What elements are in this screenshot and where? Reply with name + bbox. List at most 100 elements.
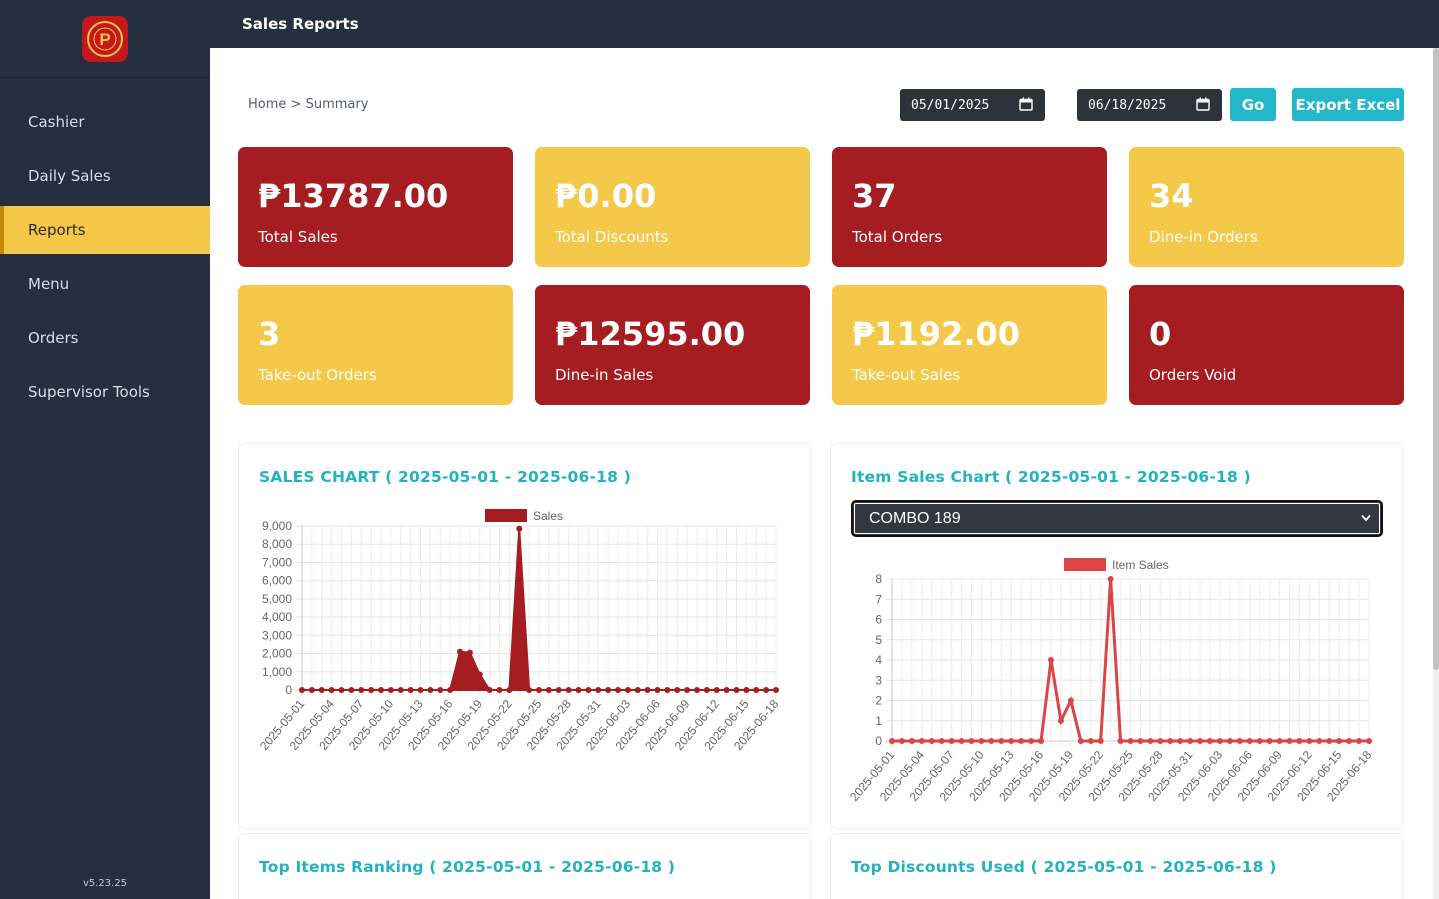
legend-swatch <box>485 509 527 522</box>
data-point <box>723 687 730 693</box>
sidebar-item-cashier[interactable]: Cashier <box>0 98 210 146</box>
stat-value: 3 <box>258 315 281 353</box>
y-tick-label: 3 <box>875 673 882 687</box>
stat-card-orders-void: 0 Orders Void <box>1129 285 1404 405</box>
stat-label: Orders Void <box>1149 366 1237 384</box>
sidebar-item-supervisor-tools[interactable]: Supervisor Tools <box>0 368 210 416</box>
data-point <box>733 687 740 693</box>
data-point <box>1346 738 1353 744</box>
data-point <box>605 687 612 693</box>
sidebar-item-label: Reports <box>28 221 86 239</box>
data-point <box>1147 738 1154 744</box>
stat-label: Dine-in Orders <box>1149 228 1258 246</box>
data-point <box>1326 738 1333 744</box>
breadcrumb-current: Summary <box>305 97 369 112</box>
data-point <box>506 687 513 693</box>
logo-icon: P <box>87 20 123 57</box>
data-point <box>1097 738 1104 744</box>
brand-logo[interactable]: P <box>82 15 128 62</box>
version-label: v5.23.25 <box>82 878 128 889</box>
y-tick-label: 0 <box>875 734 882 748</box>
data-point <box>1236 738 1243 744</box>
data-point <box>1226 738 1233 744</box>
data-point <box>1028 738 1035 744</box>
main-content: Home > Summary 05/01/2025 06/18/2025 Go … <box>210 48 1433 899</box>
data-point <box>1077 738 1084 744</box>
go-button[interactable]: Go <box>1230 88 1276 121</box>
y-tick-label: 6,000 <box>262 574 292 588</box>
export-excel-button[interactable]: Export Excel <box>1292 88 1404 121</box>
calendar-icon[interactable] <box>1196 97 1210 111</box>
data-point <box>1018 738 1025 744</box>
sales-chart[interactable]: Sales 0 1,000 2,000 3,000 4,000 5,000 6,000 7,00… <box>239 500 813 830</box>
item-select[interactable]: COMBO 189 <box>851 500 1383 537</box>
data-point <box>1197 738 1204 744</box>
data-point <box>918 738 925 744</box>
data-point <box>1177 738 1184 744</box>
data-point <box>1207 738 1213 744</box>
y-tick-label: 2 <box>875 694 882 708</box>
data-point <box>703 687 710 693</box>
stat-card-take-out-sales: ₱1192.00 Take-out Sales <box>832 285 1107 405</box>
stat-card-total-discounts: ₱0.00 Total Discounts <box>535 147 810 267</box>
sidebar-item-label: Menu <box>28 275 70 293</box>
data-point <box>889 738 895 744</box>
data-point <box>358 687 365 693</box>
data-point <box>1286 738 1293 744</box>
data-point <box>1246 738 1253 744</box>
item-select-value: COMBO 189 <box>869 509 961 527</box>
legend-swatch <box>1064 558 1106 571</box>
stat-card-total-orders: 37 Total Orders <box>832 147 1107 267</box>
data-point <box>1366 738 1372 744</box>
data-point <box>938 738 945 744</box>
data-point <box>338 687 345 693</box>
y-tick-label: 9,000 <box>262 519 292 533</box>
data-point <box>348 687 355 693</box>
data-point <box>526 687 533 693</box>
sidebar: P Cashier Daily Sales Reports Menu Order… <box>0 0 210 899</box>
data-point <box>565 687 572 693</box>
calendar-icon[interactable] <box>1019 97 1033 111</box>
data-point <box>968 738 975 744</box>
data-point <box>1127 738 1134 744</box>
data-point <box>1256 738 1263 744</box>
legend-label: Item Sales <box>1112 558 1169 572</box>
data-point <box>743 687 750 693</box>
y-tick-label: 5,000 <box>262 592 292 606</box>
end-date-input[interactable]: 06/18/2025 <box>1077 89 1222 121</box>
item-sales-chart[interactable]: Item Sales0123456782025-05-012025-05-042… <box>831 550 1405 830</box>
page-title: Sales Reports <box>242 15 359 33</box>
breadcrumb-home[interactable]: Home <box>248 97 286 112</box>
stat-value: ₱13787.00 <box>258 177 449 215</box>
page-scrollbar-thumb[interactable] <box>1433 48 1439 670</box>
data-point <box>555 687 562 693</box>
stat-value: 0 <box>1149 315 1172 353</box>
data-point <box>763 687 770 693</box>
sidebar-item-reports[interactable]: Reports <box>0 206 210 254</box>
data-point <box>1137 738 1144 744</box>
data-point <box>908 738 915 744</box>
legend-label: Sales <box>533 509 563 523</box>
data-point <box>378 687 384 693</box>
top-discounts-title: Top Discounts Used ( 2025-05-01 - 2025-0… <box>851 858 1277 876</box>
y-tick-label: 1,000 <box>262 665 292 679</box>
stat-card-total-sales: ₱13787.00 Total Sales <box>238 147 513 267</box>
data-point <box>634 687 641 693</box>
item-chart-title: Item Sales Chart ( 2025-05-01 - 2025-06-… <box>851 468 1251 486</box>
sidebar-item-orders[interactable]: Orders <box>0 314 210 362</box>
data-point <box>624 687 631 693</box>
y-tick-label: 4,000 <box>262 610 292 624</box>
data-point <box>654 687 661 693</box>
y-tick-label: 6 <box>875 613 882 627</box>
stat-card-dine-in-orders: 34 Dine-in Orders <box>1129 147 1404 267</box>
data-point <box>1306 738 1313 744</box>
stat-value: ₱1192.00 <box>852 315 1021 353</box>
sidebar-item-menu[interactable]: Menu <box>0 260 210 308</box>
sidebar-item-daily-sales[interactable]: Daily Sales <box>0 152 210 200</box>
data-point <box>1296 738 1303 744</box>
data-point <box>427 687 434 693</box>
data-point <box>978 738 985 744</box>
stat-value: 34 <box>1149 177 1194 215</box>
data-point <box>1187 738 1194 744</box>
start-date-input[interactable]: 05/01/2025 <box>900 89 1045 121</box>
